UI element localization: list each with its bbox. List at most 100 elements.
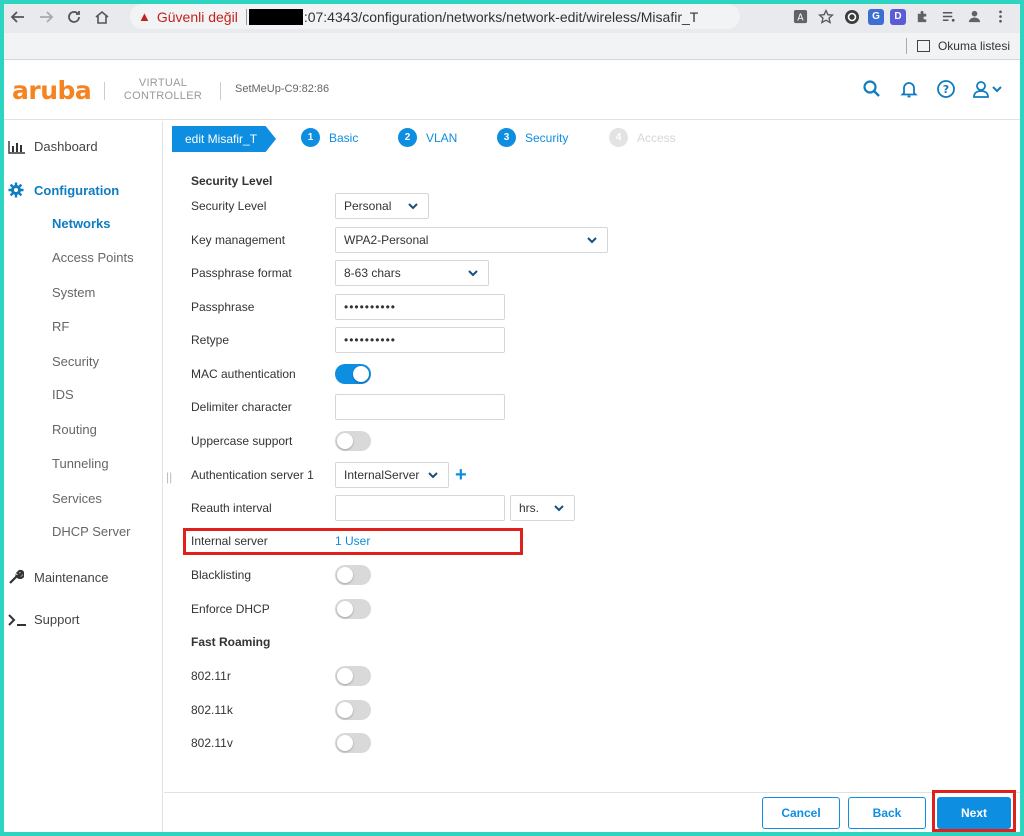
sidebar-item-ids[interactable]: IDS [52,387,74,402]
chevron-down-icon [587,237,597,244]
reading-list-button[interactable]: Okuma listesi [905,38,1010,54]
search-icon[interactable] [861,78,883,100]
more-menu-icon[interactable] [990,7,1010,27]
next-button[interactable]: Next [937,797,1011,829]
sidebar-item-dashboard[interactable]: Dashboard [8,139,98,154]
browser-toolbar: ▲ Güvenli değil :07:4343/configuration/n… [0,0,1024,33]
security-level-select[interactable]: Personal [335,193,429,219]
google-extension-icon[interactable]: G [868,8,884,25]
80211v-toggle[interactable] [335,733,371,753]
mac-authentication-toggle[interactable] [335,364,371,384]
reload-icon[interactable] [60,3,88,31]
device-name: SetMeUp-C9:82:86 [235,83,330,95]
edit-network-tab[interactable]: edit Misafir_T [172,126,276,152]
sidebar-item-access-points[interactable]: Access Points [52,250,134,265]
security-level-value: Personal [344,199,392,213]
80211r-toggle[interactable] [335,666,371,686]
sidebar-label-configuration: Configuration [34,182,120,198]
terminal-icon [8,613,28,627]
uppercase-toggle[interactable] [335,431,371,451]
logo-divider [104,82,105,100]
auth-server-value: InternalServer [344,468,420,482]
reauth-field[interactable] [335,495,505,521]
chevron-down-icon [468,270,478,277]
step-access: 4 Access [609,128,676,147]
mac-authentication-label: MAC authentication [191,367,296,381]
step-number: 3 [497,128,516,147]
retype-field[interactable]: •••••••••• [335,327,505,353]
80211k-toggle[interactable] [335,700,371,720]
aruba-logo[interactable]: aruba [12,76,92,105]
key-management-select[interactable]: WPA2-Personal [335,227,608,253]
grammar-extension-icon[interactable] [842,7,862,27]
delimiter-field[interactable] [335,394,505,420]
toggle-knob [337,668,353,684]
section-security-level: Security Level [191,174,273,188]
puzzle-extensions-icon[interactable] [912,7,932,27]
row-80211k: 802.11k [191,697,371,723]
sidebar-item-dhcp-server[interactable]: DHCP Server [52,524,131,539]
row-uppercase: Uppercase support [191,428,371,454]
toggle-knob [337,735,353,751]
sidebar-item-maintenance[interactable]: Maintenance [8,569,108,585]
step-label: Access [637,130,676,145]
home-icon[interactable] [88,3,116,31]
sidebar-item-system[interactable]: System [52,285,95,300]
retype-label: Retype [191,333,230,347]
back-button[interactable]: Back [848,797,926,829]
dashlane-extension-icon[interactable]: D [890,8,906,25]
security-warning[interactable]: Güvenli değil [157,9,238,25]
sidebar-label-dashboard: Dashboard [34,139,98,154]
sidebar-item-networks[interactable]: Networks [52,216,111,231]
translate-icon[interactable]: A [790,7,810,27]
address-bar[interactable]: ▲ Güvenli değil :07:4343/configuration/n… [130,4,740,29]
warning-icon: ▲ [138,9,151,24]
sidebar: Dashboard Configuration Networks Access … [0,121,163,836]
internal-server-users-link[interactable]: 1 User [335,534,370,548]
extension-toolbar: A G D [790,4,1010,29]
url-text[interactable]: :07:4343/configuration/networks/network-… [304,9,699,25]
sidebar-item-configuration[interactable]: Configuration [8,182,119,198]
reauth-unit-select[interactable]: hrs. [510,495,575,521]
80211v-label: 802.11v [191,736,233,750]
toggle-knob [337,433,353,449]
passphrase-field[interactable]: •••••••••• [335,294,505,320]
reading-list-icon [916,40,930,52]
cancel-button[interactable]: Cancel [762,797,840,829]
media-queue-icon[interactable] [938,7,958,27]
row-delimiter: Delimiter character [191,394,505,420]
passphrase-format-value: 8-63 chars [344,266,401,280]
bell-icon[interactable] [898,78,920,100]
app-header: aruba VIRTUAL CONTROLLER SetMeUp-C9:82:8… [0,60,1024,120]
auth-server-select[interactable]: InternalServer [335,462,449,488]
delimiter-label: Delimiter character [191,400,292,414]
80211r-label: 802.11r [191,669,231,683]
blacklisting-toggle[interactable] [335,565,371,585]
sidebar-item-support[interactable]: Support [8,612,80,627]
forward-arrow-icon[interactable] [32,3,60,31]
chevron-down-icon [428,472,438,479]
enforce-dhcp-toggle[interactable] [335,599,371,619]
step-basic[interactable]: 1 Basic [301,128,358,147]
step-label: VLAN [426,130,458,145]
passphrase-format-select[interactable]: 8-63 chars [335,260,489,286]
sidebar-item-security[interactable]: Security [52,354,99,369]
step-security[interactable]: 3 Security [497,128,568,147]
80211k-label: 802.11k [191,703,233,717]
sidebar-item-tunneling[interactable]: Tunneling [52,456,109,471]
back-arrow-icon[interactable] [4,3,32,31]
profile-icon[interactable] [964,7,984,27]
security-form: Security Level Security Level Personal K… [164,157,1024,792]
help-icon[interactable]: ? [935,78,957,100]
passphrase-format-label: Passphrase format [191,266,292,280]
row-mac-authentication: MAC authentication [191,361,371,387]
sidebar-item-routing[interactable]: Routing [52,422,97,437]
user-menu-icon[interactable] [972,78,1006,100]
sidebar-item-rf[interactable]: RF [52,319,69,334]
passphrase-label: Passphrase [191,300,255,314]
toggle-knob [337,567,353,583]
bookmark-star-icon[interactable] [816,7,836,27]
add-server-plus-icon[interactable]: + [455,465,467,485]
step-vlan[interactable]: 2 VLAN [398,128,457,147]
sidebar-item-services[interactable]: Services [52,491,102,506]
